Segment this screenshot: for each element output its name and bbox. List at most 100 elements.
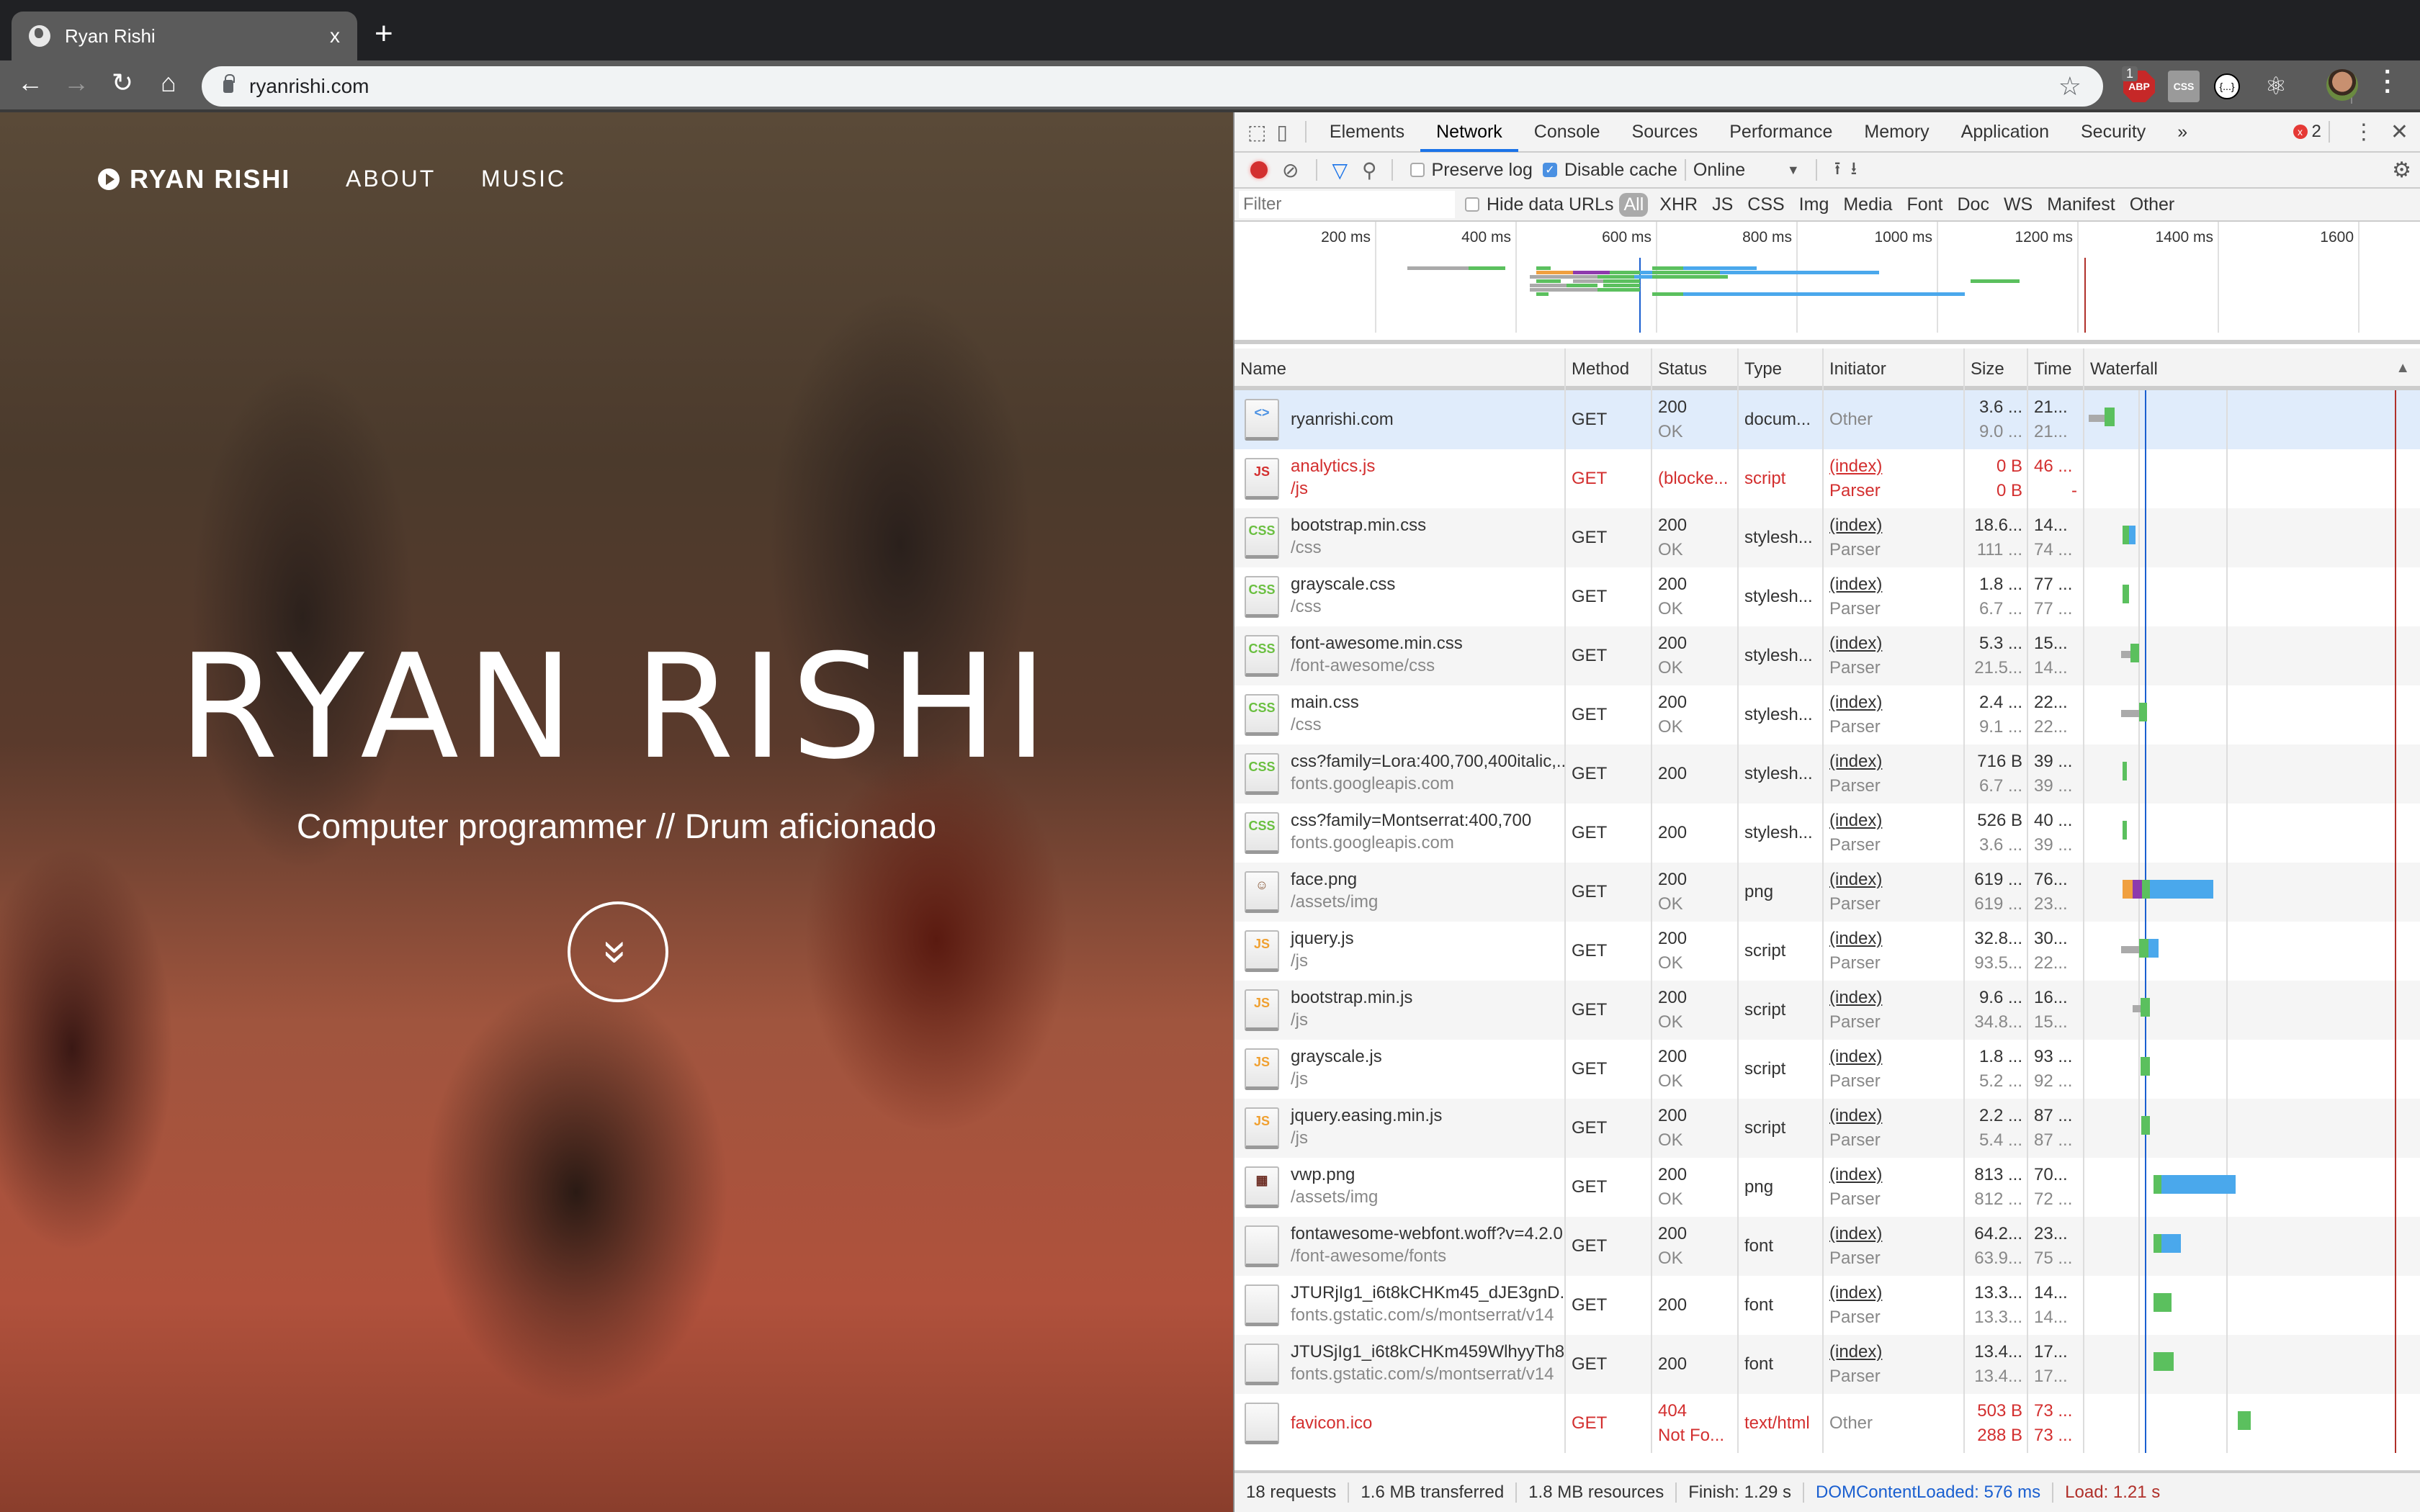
error-count[interactable]: 2 [2312, 122, 2321, 142]
home-button[interactable]: ⌂ [151, 68, 186, 98]
preserve-log-checkbox[interactable] [1410, 163, 1425, 177]
request-row[interactable]: JTUSjIg1_i6t8kCHKm459WlhyyTh8... fonts.g… [1234, 1335, 2420, 1394]
request-row[interactable]: CSS css?family=Montserrat:400,700 fonts.… [1234, 804, 2420, 863]
filter-icon[interactable]: ▽ [1332, 158, 1348, 182]
nav-link-about[interactable]: ABOUT [346, 166, 436, 192]
column-header-waterfall[interactable]: Waterfall [2084, 348, 2420, 390]
request-row[interactable]: CSS main.css /css GET 200 OK stylesh... … [1234, 685, 2420, 744]
initiator-link[interactable]: (index) [1829, 750, 1963, 774]
nav-link-music[interactable]: MUSIC [481, 166, 566, 192]
initiator-link[interactable]: (index) [1829, 986, 1963, 1010]
initiator-link[interactable]: (index) [1829, 1163, 1963, 1187]
initiator-link[interactable]: (index) [1829, 927, 1963, 951]
profile-avatar[interactable] [2326, 69, 2358, 101]
initiator-link[interactable]: (index) [1829, 690, 1963, 715]
waterfall-cell[interactable] [2084, 804, 2420, 863]
request-row[interactable]: <> ryanrishi.com GET 200 OK docum... Oth… [1234, 390, 2420, 449]
new-tab-button[interactable]: + [375, 16, 393, 52]
css-extension-icon[interactable]: CSS [2168, 71, 2200, 102]
filter-input[interactable] [1239, 191, 1455, 218]
name-cell[interactable]: <> ryanrishi.com [1234, 390, 1566, 449]
waterfall-cell[interactable] [2084, 863, 2420, 922]
tab-elements[interactable]: Elements [1314, 112, 1420, 152]
waterfall-cell[interactable] [2084, 1276, 2420, 1335]
initiator-link[interactable]: (index) [1829, 513, 1963, 538]
device-toolbar-icon[interactable]: ▯ [1276, 120, 1287, 144]
disable-cache-checkbox[interactable]: ✓ [1542, 163, 1557, 177]
tab-application[interactable]: Application [1945, 112, 2065, 152]
waterfall-cell[interactable] [2084, 1099, 2420, 1158]
close-devtools-icon[interactable]: ✕ [2390, 120, 2408, 145]
waterfall-cell[interactable] [2084, 1040, 2420, 1099]
request-row[interactable]: favicon.ico GET 404 Not Fo... text/html … [1234, 1394, 2420, 1453]
initiator-cell[interactable]: (index) Parser [1824, 449, 1965, 508]
hide-data-urls-checkbox[interactable] [1465, 197, 1479, 212]
react-extension-icon[interactable]: ⚛ [2260, 71, 2292, 102]
initiator-link[interactable]: Other [1829, 1411, 1963, 1436]
tab-network[interactable]: Network [1420, 112, 1518, 152]
initiator-link[interactable]: (index) [1829, 1222, 1963, 1246]
clear-icon[interactable]: ⊘ [1282, 158, 1299, 182]
tab-performance[interactable]: Performance [1713, 112, 1848, 152]
request-row[interactable]: fontawesome-webfont.woff?v=4.2.0 /font-a… [1234, 1217, 2420, 1276]
name-cell[interactable]: JS analytics.js /js [1234, 449, 1566, 508]
initiator-cell[interactable]: Other [1824, 1394, 1965, 1453]
waterfall-cell[interactable] [2084, 449, 2420, 508]
type-filter-media[interactable]: Media [1836, 194, 1899, 215]
waterfall-cell[interactable] [2084, 685, 2420, 744]
initiator-cell[interactable]: (index) Parser [1824, 922, 1965, 981]
column-header-status[interactable]: Status [1652, 348, 1739, 390]
waterfall-cell[interactable] [2084, 1394, 2420, 1453]
name-cell[interactable]: CSS main.css /css [1234, 685, 1566, 744]
initiator-cell[interactable]: (index) Parser [1824, 567, 1965, 626]
request-row[interactable]: JS jquery.easing.min.js /js GET 200 OK s… [1234, 1099, 2420, 1158]
name-cell[interactable]: JS grayscale.js /js [1234, 1040, 1566, 1099]
initiator-cell[interactable]: (index) Parser [1824, 1040, 1965, 1099]
initiator-cell[interactable]: (index) Parser [1824, 1217, 1965, 1276]
waterfall-cell[interactable] [2084, 508, 2420, 567]
initiator-link[interactable]: (index) [1829, 809, 1963, 833]
tab-console[interactable]: Console [1518, 112, 1616, 152]
name-cell[interactable]: fontawesome-webfont.woff?v=4.2.0 /font-a… [1234, 1217, 1566, 1276]
record-button[interactable] [1250, 161, 1268, 179]
type-filter-img[interactable]: Img [1792, 194, 1837, 215]
request-row[interactable]: JS grayscale.js /js GET 200 OK script (i… [1234, 1040, 2420, 1099]
type-filter-css[interactable]: CSS [1740, 194, 1791, 215]
name-cell[interactable]: JTUSjIg1_i6t8kCHKm459WlhyyTh8... fonts.g… [1234, 1335, 1566, 1394]
more-tabs-button[interactable]: » [2161, 112, 2203, 152]
json-extension-icon[interactable]: {...} [2214, 73, 2240, 99]
waterfall-cell[interactable] [2084, 390, 2420, 449]
initiator-link[interactable]: (index) [1829, 631, 1963, 656]
request-row[interactable]: JS bootstrap.min.js /js GET 200 OK scrip… [1234, 981, 2420, 1040]
name-cell[interactable]: ▦ vwp.png /assets/img [1234, 1158, 1566, 1217]
browser-menu-icon[interactable]: · · · [2384, 60, 2392, 104]
initiator-cell[interactable]: (index) Parser [1824, 626, 1965, 685]
name-cell[interactable]: JS bootstrap.min.js /js [1234, 981, 1566, 1040]
search-icon[interactable]: ⚲ [1362, 158, 1377, 182]
type-filter-other[interactable]: Other [2123, 194, 2182, 215]
initiator-cell[interactable]: (index) Parser [1824, 1158, 1965, 1217]
initiator-cell[interactable]: (index) Parser [1824, 981, 1965, 1040]
request-row[interactable]: CSS bootstrap.min.css /css GET 200 OK st… [1234, 508, 2420, 567]
tab-close-icon[interactable]: x [330, 24, 340, 48]
waterfall-cell[interactable] [2084, 1217, 2420, 1276]
settings-gear-icon[interactable]: ⚙ [2392, 158, 2411, 183]
initiator-link[interactable]: (index) [1829, 454, 1963, 479]
type-filter-js[interactable]: JS [1705, 194, 1740, 215]
error-icon[interactable]: x [2293, 125, 2308, 139]
type-filter-font[interactable]: Font [1899, 194, 1950, 215]
column-header-size[interactable]: Size [1965, 348, 2028, 390]
column-header-initiator[interactable]: Initiator [1824, 348, 1965, 390]
request-row[interactable]: CSS font-awesome.min.css /font-awesome/c… [1234, 626, 2420, 685]
scroll-down-button[interactable]: » [568, 901, 668, 1002]
back-button[interactable]: ← [13, 68, 48, 98]
browser-tab[interactable]: Ryan Rishi x [12, 12, 357, 60]
initiator-cell[interactable]: (index) Parser [1824, 508, 1965, 567]
type-filter-xhr[interactable]: XHR [1652, 194, 1705, 215]
name-cell[interactable]: CSS css?family=Lora:400,700,400italic,..… [1234, 744, 1566, 804]
waterfall-cell[interactable] [2084, 567, 2420, 626]
request-row[interactable]: ☺ face.png /assets/img GET 200 OK png (i… [1234, 863, 2420, 922]
waterfall-cell[interactable] [2084, 981, 2420, 1040]
reload-button[interactable]: ↻ [105, 68, 140, 98]
tab-memory[interactable]: Memory [1848, 112, 1945, 152]
